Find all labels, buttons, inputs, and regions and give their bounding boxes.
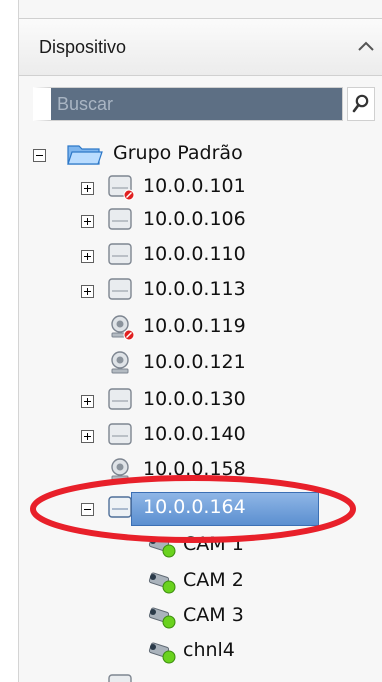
device-label: 10.0.0.113 bbox=[143, 278, 246, 300]
camera-channel-icon bbox=[147, 602, 179, 634]
tree-device-node[interactable]: 10.0.0.101 bbox=[81, 173, 351, 203]
camera-channel-icon bbox=[147, 531, 179, 563]
ip-camera-icon bbox=[107, 456, 137, 488]
dvr-icon bbox=[107, 421, 137, 453]
device-label: 10.0.0.158 bbox=[143, 458, 246, 480]
tree-device-node[interactable]: 10.0.0.119 bbox=[81, 313, 351, 343]
dvr-icon bbox=[107, 494, 137, 526]
device-label: 10.0.0.119 bbox=[143, 315, 246, 337]
expand-toggle-icon[interactable] bbox=[81, 285, 94, 298]
device-label: 10.0.0.140 bbox=[143, 423, 246, 445]
ip-camera-icon bbox=[107, 349, 137, 381]
device-label: 10.0.0.106 bbox=[143, 208, 246, 230]
tree-channel-node[interactable]: CAM 2 bbox=[147, 567, 347, 597]
expand-toggle-icon[interactable] bbox=[81, 395, 94, 408]
folder-open-icon bbox=[67, 142, 103, 170]
camera-channel-icon bbox=[147, 637, 179, 669]
tree-device-node[interactable]: 10.0.0.106 bbox=[81, 206, 351, 236]
device-label: 10.0.0.130 bbox=[143, 388, 246, 410]
tree-device-node[interactable]: 10.0.0.110 bbox=[81, 241, 351, 271]
group-label: Grupo Padrão bbox=[113, 142, 243, 164]
expand-toggle-icon[interactable] bbox=[81, 182, 94, 195]
collapse-toggle-icon[interactable] bbox=[33, 149, 46, 162]
dvr-icon bbox=[107, 276, 137, 308]
tree-device-node[interactable]: 10.0.0.140 bbox=[81, 421, 351, 451]
device-panel: Dispositivo Grupo Padrão bbox=[18, 0, 382, 682]
camera-channel-icon bbox=[147, 567, 179, 599]
expand-toggle-icon[interactable] bbox=[81, 250, 94, 263]
device-label: 10.0.0.121 bbox=[143, 351, 246, 373]
tree-device-node-partial[interactable] bbox=[81, 672, 351, 682]
device-label: 10.0.0.101 bbox=[143, 175, 246, 197]
tree-device-node[interactable]: 10.0.0.130 bbox=[81, 386, 351, 416]
dvr-icon bbox=[107, 206, 137, 238]
dvr-offline-icon bbox=[107, 173, 137, 205]
device-tree: Grupo Padrão 10.0.0.101 10.0.0.106 10.0.… bbox=[19, 0, 382, 682]
tree-device-node[interactable]: 10.0.0.113 bbox=[81, 276, 351, 306]
tree-channel-node[interactable]: CAM 1 bbox=[147, 531, 347, 561]
tree-device-node-selected[interactable]: 10.0.0.164 bbox=[81, 494, 351, 524]
channel-label: chnl4 bbox=[183, 639, 235, 661]
dvr-icon bbox=[107, 672, 137, 682]
channel-label: CAM 1 bbox=[183, 533, 244, 555]
expand-toggle-icon[interactable] bbox=[81, 430, 94, 443]
tree-group-node[interactable]: Grupo Padrão bbox=[33, 140, 353, 170]
tree-device-node[interactable]: 10.0.0.158 bbox=[81, 456, 351, 486]
channel-label: CAM 3 bbox=[183, 604, 244, 626]
expand-toggle-icon[interactable] bbox=[81, 215, 94, 228]
tree-channel-node[interactable]: chnl4 bbox=[147, 637, 347, 667]
dvr-icon bbox=[107, 241, 137, 273]
tree-device-node[interactable]: 10.0.0.121 bbox=[81, 349, 351, 379]
dvr-icon bbox=[107, 386, 137, 418]
channel-label: CAM 2 bbox=[183, 569, 244, 591]
ip-camera-offline-icon bbox=[107, 313, 137, 345]
collapse-toggle-icon[interactable] bbox=[81, 503, 94, 516]
device-label: 10.0.0.164 bbox=[143, 496, 246, 518]
tree-channel-node[interactable]: CAM 3 bbox=[147, 602, 347, 632]
device-label: 10.0.0.110 bbox=[143, 243, 246, 265]
